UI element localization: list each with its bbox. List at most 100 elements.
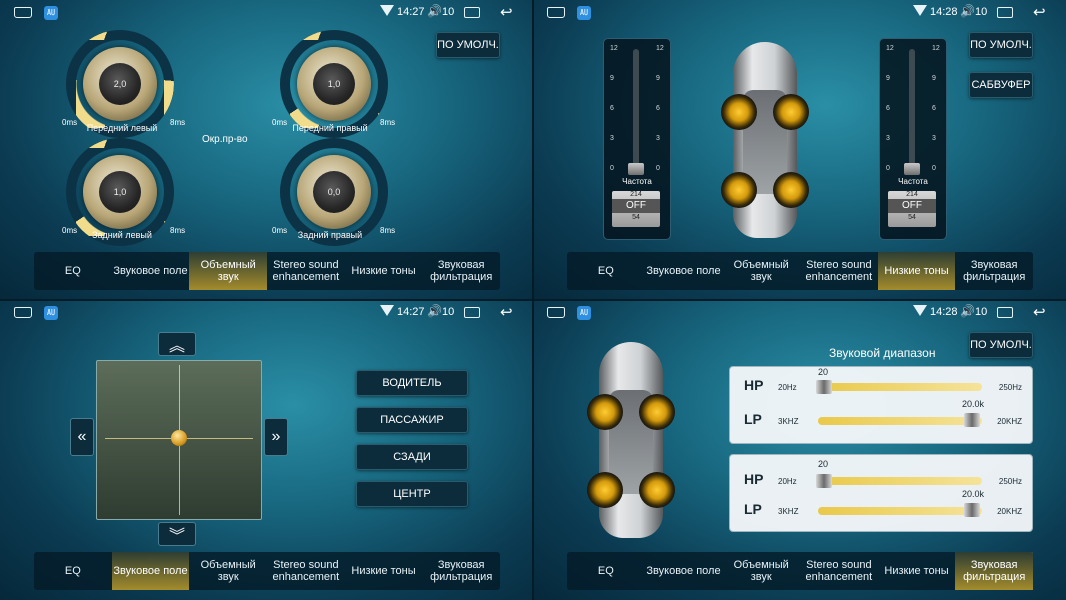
speaker-front-left-icon [587, 394, 623, 430]
filter-group-rear: HP 20Hz 250Hz 20 LP 3KHZ 20KHZ 20.0k [729, 454, 1033, 532]
freq-value: OFF [612, 199, 660, 213]
knob-front-right[interactable]: 1,0 [280, 30, 388, 138]
lp-slider-track[interactable] [818, 417, 982, 425]
tab-sound-field[interactable]: Звуковое поле [112, 252, 190, 290]
tab-filter[interactable]: Звуковая фильтрация [422, 252, 500, 290]
tab-surround[interactable]: Объемный звук [189, 252, 268, 290]
listening-position-pad[interactable] [96, 360, 262, 520]
passenger-button[interactable]: ПАССАЖИР [356, 407, 468, 433]
tab-stereo-enhancement[interactable]: Stereo sound enhancement [800, 252, 878, 290]
default-button[interactable]: ПО УМОЛЧ. [436, 32, 500, 58]
lp-min: 3KHZ [778, 507, 799, 516]
back-icon[interactable]: ↩ [500, 3, 513, 21]
app-icon[interactable]: ㍳ [44, 6, 58, 20]
tab-bass[interactable]: Низкие тоны [345, 252, 423, 290]
rear-button[interactable]: СЗАДИ [356, 444, 468, 470]
tab-filter[interactable]: Звуковая фильтрация [955, 252, 1033, 290]
wifi-icon [913, 5, 927, 16]
tab-surround[interactable]: Объемный звук [722, 252, 800, 290]
freq-selector[interactable]: 214 OFF 54 [888, 191, 936, 227]
lp-slider-thumb[interactable] [964, 503, 980, 517]
volume-icon[interactable]: 🔊 [427, 304, 442, 318]
clock: 14:27 [397, 306, 425, 318]
knob-value: 2,0 [99, 63, 141, 105]
back-icon[interactable]: ↩ [500, 303, 513, 321]
wifi-icon [380, 305, 394, 316]
app-icon[interactable]: ㍳ [577, 306, 591, 320]
knob-label: Задний левый [92, 230, 152, 240]
volume-icon[interactable]: 🔊 [960, 304, 975, 318]
move-down-button[interactable]: ︾ [158, 522, 196, 546]
tick-label: 3 [932, 135, 936, 142]
tab-filter[interactable]: Звуковая фильтрация [955, 552, 1034, 590]
wifi-icon [380, 5, 394, 16]
hp-slider-track[interactable] [818, 383, 982, 391]
lp-min: 3KHZ [778, 417, 799, 426]
hp-slider-track[interactable] [818, 477, 982, 485]
volume-icon[interactable]: 🔊 [427, 4, 442, 18]
home-icon[interactable] [547, 307, 565, 318]
tab-sound-field[interactable]: Звуковое поле [645, 552, 723, 590]
hp-value: 20 [818, 459, 829, 469]
tab-stereo-enhancement[interactable]: Stereo sound enhancement [800, 552, 878, 590]
default-button[interactable]: ПО УМОЛЧ. [969, 332, 1033, 358]
bass-panel: ㍳ 14:28 🔊 10 ↩ ПО УМОЛЧ. САБВУФЕР 12 9 6… [533, 0, 1066, 300]
home-icon[interactable] [14, 7, 32, 18]
tab-eq[interactable]: EQ [34, 552, 112, 590]
tick-label: 12 [886, 45, 894, 52]
tab-stereo-enhancement[interactable]: Stereo sound enhancement [267, 552, 345, 590]
tab-surround[interactable]: Объемный звук [722, 552, 800, 590]
tab-surround[interactable]: Объемный звук [189, 552, 267, 590]
lp-value: 20.0k [962, 399, 985, 409]
recent-apps-icon[interactable] [997, 7, 1013, 18]
slider-thumb[interactable] [904, 163, 920, 175]
tab-eq[interactable]: EQ [34, 252, 112, 290]
volume-level: 10 [442, 306, 455, 318]
recent-apps-icon[interactable] [464, 307, 480, 318]
tab-bass[interactable]: Низкие тоны [877, 252, 956, 290]
tick-label: 6 [932, 105, 936, 112]
home-icon[interactable] [14, 307, 32, 318]
listening-position-marker[interactable] [171, 430, 187, 446]
tab-filter[interactable]: Звуковая фильтрация [422, 552, 500, 590]
clock: 14:28 [930, 6, 958, 18]
tab-bass[interactable]: Низкие тоны [878, 552, 956, 590]
hp-slider-thumb[interactable] [816, 474, 832, 488]
tab-bar: EQ Звуковое поле Объемный звук Stereo so… [34, 552, 500, 590]
tab-bass[interactable]: Низкие тоны [345, 552, 423, 590]
app-icon[interactable]: ㍳ [44, 306, 58, 320]
app-icon[interactable]: ㍳ [577, 6, 591, 20]
home-icon[interactable] [547, 7, 565, 18]
default-button[interactable]: ПО УМОЛЧ. [969, 32, 1033, 58]
lp-slider-track[interactable] [818, 507, 982, 515]
tab-stereo-enhancement[interactable]: Stereo sound enhancement [267, 252, 345, 290]
hp-slider-thumb[interactable] [816, 380, 832, 394]
volume-level: 10 [975, 306, 988, 318]
hp-min: 20Hz [778, 477, 797, 486]
slider-thumb[interactable] [628, 163, 644, 175]
freq-bottom: 54 [632, 214, 640, 221]
recent-apps-icon[interactable] [997, 307, 1013, 318]
hp-label: HP [744, 471, 764, 487]
driver-button[interactable]: ВОДИТЕЛЬ [356, 370, 468, 396]
tab-eq[interactable]: EQ [567, 252, 645, 290]
slider-track[interactable] [633, 49, 639, 169]
subwoofer-button[interactable]: САБВУФЕР [969, 72, 1033, 98]
speaker-rear-right-icon [773, 172, 809, 208]
slider-track[interactable] [909, 49, 915, 169]
freq-selector[interactable]: 214 OFF 54 [612, 191, 660, 227]
tab-sound-field[interactable]: Звуковое поле [645, 252, 723, 290]
back-icon[interactable]: ↩ [1033, 3, 1046, 21]
move-left-button[interactable]: « [70, 418, 94, 456]
move-up-button[interactable]: ︽ [158, 332, 196, 356]
tick-label: 0 [656, 165, 660, 172]
volume-icon[interactable]: 🔊 [960, 4, 975, 18]
tab-eq[interactable]: EQ [567, 552, 645, 590]
tab-sound-field[interactable]: Звуковое поле [111, 552, 190, 590]
back-icon[interactable]: ↩ [1033, 303, 1046, 321]
recent-apps-icon[interactable] [464, 7, 480, 18]
move-right-button[interactable]: » [264, 418, 288, 456]
knob-front-left[interactable]: 2,0 [66, 30, 174, 138]
center-button[interactable]: ЦЕНТР [356, 481, 468, 507]
lp-slider-thumb[interactable] [964, 413, 980, 427]
